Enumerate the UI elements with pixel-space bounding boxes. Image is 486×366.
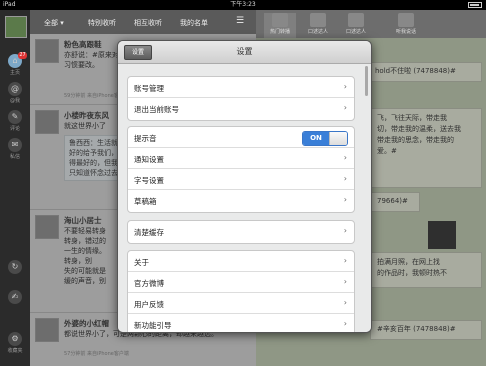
dialog-title: 设置 xyxy=(236,47,253,56)
listen-icon xyxy=(398,13,414,27)
post-card[interactable]: hold不住啦 (7478848)# xyxy=(368,62,482,82)
avatar[interactable] xyxy=(5,16,27,38)
author-name: 海山小居士 xyxy=(64,216,102,225)
avatar xyxy=(35,215,59,239)
speaker-icon xyxy=(310,13,326,27)
chevron-right-icon: › xyxy=(343,298,347,307)
tab-all[interactable]: 全部 ▾ xyxy=(44,18,64,28)
author-name: 小楼昨夜东风 xyxy=(64,111,109,120)
menu-icon[interactable]: ☰ xyxy=(236,16,244,26)
rail-item-comments[interactable]: ✎ 评论 xyxy=(0,110,30,132)
message-icon: ✉ xyxy=(8,138,22,152)
toggle-knob xyxy=(329,132,347,145)
notify-group: 提示音 ON 通知设置 › 字号设置 › 草稿箱 › xyxy=(127,126,355,213)
compose-icon: ✍ xyxy=(8,290,22,304)
post-card[interactable]: 79664)# xyxy=(370,192,420,212)
status-bar: iPad 下午3:23 xyxy=(0,0,486,10)
chevron-right-icon: › xyxy=(343,153,347,162)
row-logout[interactable]: 退出当前账号 › xyxy=(128,98,354,119)
row-feedback[interactable]: 用户反馈 › xyxy=(128,293,354,314)
row-notifications[interactable]: 通知设置 › xyxy=(128,148,354,169)
chevron-right-icon: › xyxy=(343,103,347,112)
tab-special[interactable]: 特别收听 xyxy=(88,18,116,28)
rail-item-messages[interactable]: ✉ 私信 xyxy=(0,138,30,160)
chevron-right-icon: › xyxy=(343,319,347,328)
rail-item-mentions[interactable]: @ @我 xyxy=(0,82,30,104)
battery-icon xyxy=(468,2,482,8)
settings-list[interactable]: 账号管理 › 退出当前账号 › 提示音 ON 通知设置 › 字号设置 › 草稿箱… xyxy=(118,64,371,332)
tab-talk-2[interactable]: 口述达人 xyxy=(340,13,372,35)
tab-mutual[interactable]: 相互收听 xyxy=(134,18,162,28)
crown-icon xyxy=(272,13,288,27)
avatar xyxy=(35,318,59,342)
row-account-manage[interactable]: 账号管理 › xyxy=(128,77,354,98)
tab-talk-1[interactable]: 口述达人 xyxy=(302,13,334,35)
refresh-icon: ↻ xyxy=(8,260,22,274)
account-group: 账号管理 › 退出当前账号 › xyxy=(127,76,355,121)
unread-badge: 27 xyxy=(18,52,27,59)
row-sound: 提示音 ON xyxy=(128,127,354,148)
row-font-size[interactable]: 字号设置 › xyxy=(128,169,354,190)
feed-tabbar: 全部 ▾ 特别收听 相互收听 我的名单 ☰ xyxy=(30,10,256,34)
right-topbar: 热门转播 口述达人 口述达人 听我说话 xyxy=(256,10,486,38)
chevron-right-icon: › xyxy=(343,226,347,235)
chevron-right-icon: › xyxy=(343,174,347,183)
chevron-right-icon: › xyxy=(343,256,347,265)
rail-item-compose[interactable]: ✍ xyxy=(0,290,30,305)
rail-item-refresh[interactable]: ↻ xyxy=(0,260,30,275)
settings-dialog: 设置 设置 账号管理 › 退出当前账号 › 提示音 ON 通知设置 › 字号设置… xyxy=(117,40,372,333)
author-name: 外婆的小红帽 xyxy=(64,319,109,328)
rail-item-favorites[interactable]: ⚙ 收藏夹 xyxy=(0,332,30,354)
at-icon: @ xyxy=(8,82,22,96)
tab-hot[interactable]: 热门转播 xyxy=(264,13,296,38)
about-group: 关于 › 官方微博 › 用户反馈 › 新功能引导 › xyxy=(127,250,355,332)
chevron-right-icon: › xyxy=(343,82,347,91)
gear-icon: ⚙ xyxy=(8,332,22,346)
sound-toggle[interactable]: ON xyxy=(302,131,348,146)
tab-mylist[interactable]: 我的名单 xyxy=(180,18,208,28)
post-card[interactable]: #辛亥百年 (7478848)# xyxy=(370,320,482,340)
chevron-right-icon: › xyxy=(343,277,347,286)
cache-group: 清楚缓存 › xyxy=(127,220,355,244)
comment-icon: ✎ xyxy=(8,110,22,124)
row-clear-cache[interactable]: 清楚缓存 › xyxy=(128,221,354,242)
clock: 下午3:23 xyxy=(230,1,256,8)
avatar xyxy=(35,39,59,63)
left-rail: ⌂ 主页 27 @ @我 ✎ 评论 ✉ 私信 ↻ ✍ ⚙ 收藏夹 xyxy=(0,10,30,366)
speaker-icon xyxy=(348,13,364,27)
post-card[interactable]: 飞，飞往天际，带走我 切，带走我的温柔，送去我 带走我的思念，带走我的 爱。# xyxy=(370,108,482,188)
row-official-weibo[interactable]: 官方微博 › xyxy=(128,272,354,293)
dialog-header: 设置 设置 xyxy=(118,41,371,64)
row-about[interactable]: 关于 › xyxy=(128,251,354,272)
chevron-right-icon: › xyxy=(343,195,347,204)
avatar xyxy=(35,110,59,134)
tab-listen[interactable]: 听我说话 xyxy=(390,13,422,35)
post-thumbnail[interactable] xyxy=(428,221,456,249)
author-name: 粉色高跟鞋 xyxy=(64,40,102,49)
row-feature-guide[interactable]: 新功能引导 › xyxy=(128,314,354,332)
post-card[interactable]: 拍满月照，在网上找 的作品时，我顿时热不 xyxy=(370,252,482,288)
row-drafts[interactable]: 草稿箱 › xyxy=(128,190,354,211)
scrollbar[interactable] xyxy=(365,66,368,96)
post-meta: 57分钟前 来自iPhone客户端 xyxy=(64,351,129,357)
